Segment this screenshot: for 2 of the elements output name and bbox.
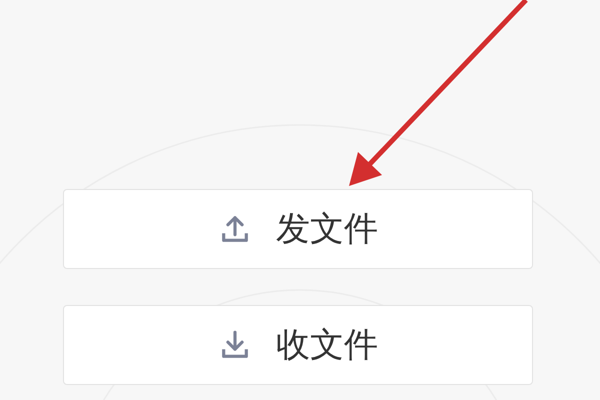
file-button[interactable]: 收文件 [63, 305, 533, 385]
file-button[interactable]: 发文件 [63, 189, 533, 269]
